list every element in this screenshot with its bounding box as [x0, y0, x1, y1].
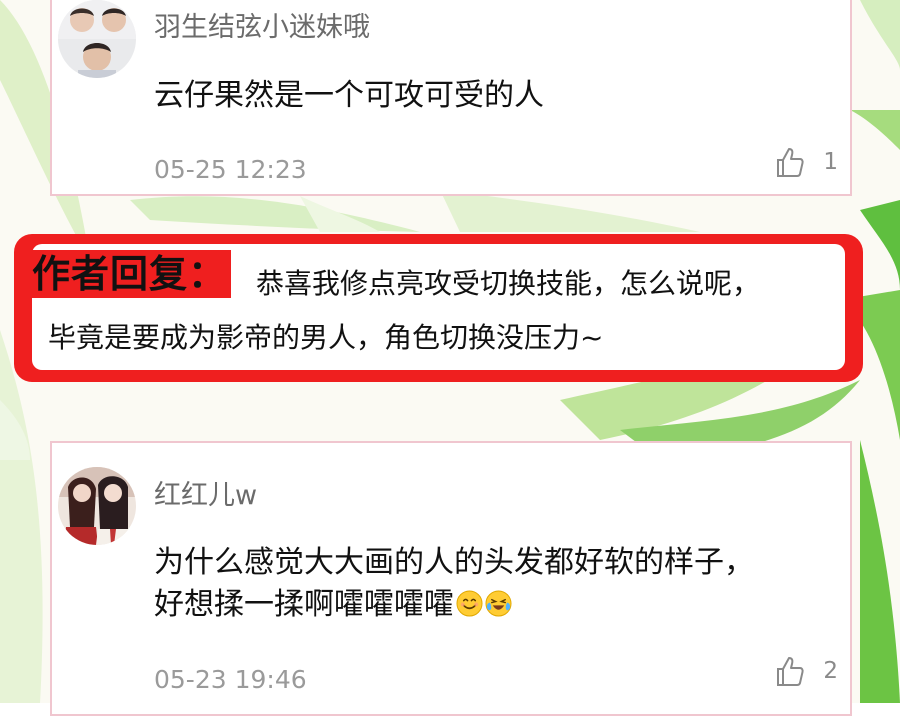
username[interactable]: 红红儿w: [154, 473, 257, 512]
comment-timestamp: 05-23 19:46: [154, 665, 307, 694]
avatar[interactable]: [58, 0, 136, 78]
smiling-face-icon: [456, 590, 483, 617]
comment-text-line1: 为什么感觉大大画的人的头发都好软的样子，: [154, 545, 754, 580]
like-count: 2: [823, 658, 838, 684]
thumbs-up-icon: [777, 148, 804, 177]
author-reply-tag: 作者回复：: [32, 250, 232, 298]
author-reply-box: 作者回复： 恭喜我修点亮攻受切换技能，怎么说呢， 毕竟是要成为影帝的男人，角色切…: [14, 234, 863, 382]
comment-text-line2-content: 好想揉一揉啊嚯嚯嚯嚯: [154, 587, 454, 622]
comment-text: 为什么感觉大大画的人的头发都好软的样子， 好想揉一揉啊嚯嚯嚯嚯: [154, 542, 754, 626]
comment-text-line2: 好想揉一揉啊嚯嚯嚯嚯: [154, 584, 754, 626]
comment-timestamp: 05-25 12:23: [154, 155, 307, 184]
comment-text: 云仔果然是一个可攻可受的人: [154, 78, 544, 113]
avatar[interactable]: [58, 467, 136, 545]
like-button[interactable]: 1: [775, 146, 838, 178]
username[interactable]: 羽生结弦小迷妹哦: [154, 5, 370, 44]
user-avatar-image: [58, 467, 136, 545]
like-count: 1: [823, 149, 838, 175]
user-avatar-image: [58, 0, 136, 78]
comment-card: 羽生结弦小迷妹哦 云仔果然是一个可攻可受的人 05-25 12:23 1: [50, 0, 852, 196]
thumbs-up-icon: [777, 657, 804, 686]
comment-card: 红红儿w 为什么感觉大大画的人的头发都好软的样子， 好想揉一揉啊嚯嚯嚯嚯 05-…: [50, 441, 852, 716]
tears-of-joy-icon: [485, 590, 512, 617]
author-reply-text-line1: 恭喜我修点亮攻受切换技能，怎么说呢，: [256, 267, 761, 300]
like-button[interactable]: 2: [775, 655, 838, 687]
author-reply-text-line2: 毕竟是要成为影帝的男人，角色切换没压力~: [48, 321, 604, 354]
